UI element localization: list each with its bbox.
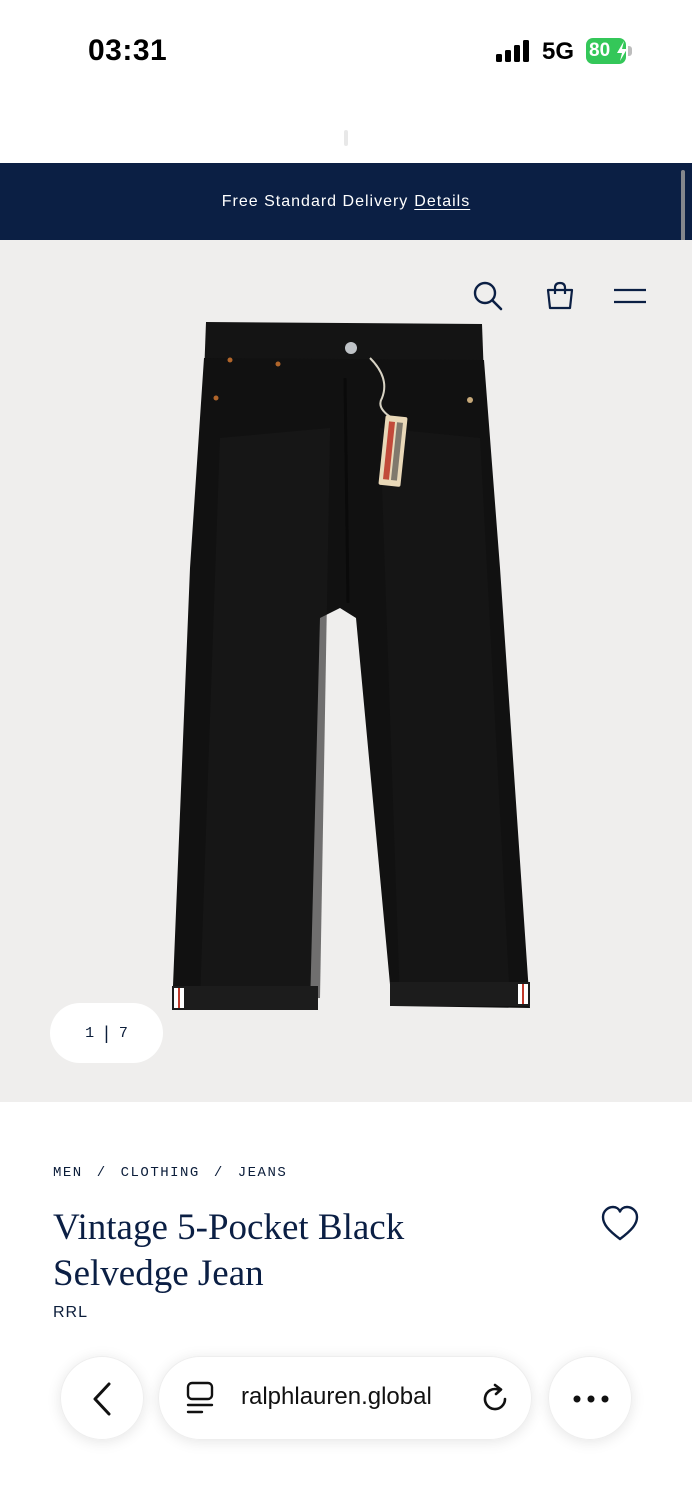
charging-bolt-icon bbox=[617, 41, 627, 61]
status-time: 03:31 bbox=[88, 34, 168, 67]
image-counter-current: 1 bbox=[85, 1024, 95, 1042]
address-bar[interactable]: ralphlauren.global bbox=[158, 1356, 532, 1440]
tabs-icon[interactable] bbox=[185, 1381, 215, 1415]
product-image-gallery[interactable]: 1 | 7 bbox=[0, 240, 692, 1102]
browser-more-button[interactable] bbox=[548, 1356, 632, 1440]
browser-back-button[interactable] bbox=[60, 1356, 144, 1440]
breadcrumb: MEN / CLOTHING / JEANS bbox=[53, 1165, 287, 1181]
breadcrumb-separator: / bbox=[96, 1165, 107, 1181]
more-icon bbox=[573, 1395, 609, 1403]
network-type: 5G bbox=[542, 38, 575, 65]
page-loading-indicator bbox=[344, 130, 348, 146]
breadcrumb-separator: / bbox=[213, 1165, 224, 1181]
breadcrumb-clothing[interactable]: CLOTHING bbox=[121, 1165, 200, 1181]
image-counter-total: 7 bbox=[118, 1024, 128, 1042]
reload-icon[interactable] bbox=[479, 1383, 511, 1415]
search-icon[interactable] bbox=[472, 280, 504, 312]
url-text[interactable]: ralphlauren.global bbox=[241, 1383, 432, 1411]
product-title: Vintage 5-Pocket Black Selvedge Jean bbox=[53, 1207, 405, 1294]
back-icon bbox=[93, 1382, 111, 1416]
image-counter: 1 | 7 bbox=[50, 1003, 163, 1063]
shopping-bag-icon[interactable] bbox=[544, 280, 576, 312]
breadcrumb-jeans[interactable]: JEANS bbox=[238, 1165, 288, 1181]
menu-icon[interactable] bbox=[612, 284, 648, 308]
status-bar: 03:31 5G 80 bbox=[0, 0, 692, 100]
product-image-jeans bbox=[172, 322, 530, 1010]
image-counter-separator: | bbox=[104, 1022, 109, 1043]
breadcrumb-men[interactable]: MEN bbox=[53, 1165, 83, 1181]
battery-cap bbox=[628, 46, 632, 56]
signal-icon bbox=[496, 40, 529, 62]
promo-banner: Free Standard Delivery Details bbox=[0, 163, 692, 240]
product-brand: RRL bbox=[53, 1304, 89, 1321]
battery-level: 80 bbox=[589, 40, 611, 61]
promo-details-link[interactable]: Details bbox=[414, 193, 470, 211]
promo-text: Free Standard Delivery bbox=[221, 192, 409, 210]
wishlist-heart-icon[interactable] bbox=[600, 1205, 640, 1243]
